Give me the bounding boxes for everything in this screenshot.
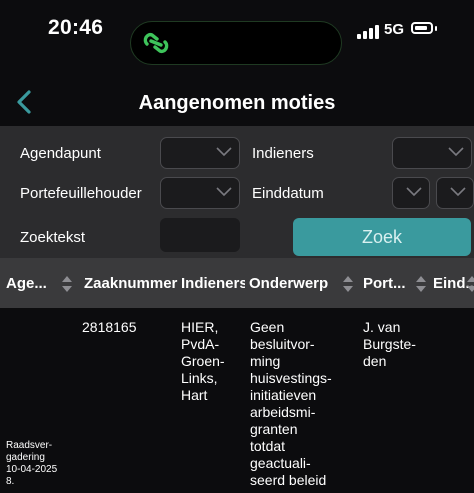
battery-cap [435,26,437,31]
agendapunt-label: Agendapunt [20,145,101,162]
cell-portefeuillehouder: J. van Burgste- den [363,319,431,370]
column-header-zaaknummer[interactable]: Zaaknummer [84,275,178,292]
cell-line: 8. [6,476,15,487]
cell-line: gadering [6,452,45,463]
column-header-portefeuillehouder[interactable]: Port... [363,275,413,292]
signal-icon [357,25,379,39]
cell-line: J. van [363,319,401,335]
link-icon [143,32,169,54]
sort-icon[interactable] [415,275,427,293]
cell-line: PvdA- [181,336,220,352]
cell-line: HIER, [181,319,219,335]
zoek-button[interactable]: Zoek [293,218,471,256]
cell-agendapunt: Raadsver- gadering 10-04-2025 8. [6,440,78,488]
cell-line: Links, [181,370,218,386]
einddatum-to-select[interactable] [436,177,474,209]
cell-line: den [363,353,387,369]
table-row[interactable]: Raadsver- gadering 10-04-2025 8. 2818165… [0,308,474,493]
cell-line: besluitvor- [250,336,315,352]
sort-icon[interactable] [342,275,354,293]
indieners-label: Indieners [252,145,314,162]
cell-line: huisvestings- [250,370,332,386]
agendapunt-select[interactable] [160,137,240,169]
cell-line: ming [250,353,281,369]
portefeuillehouder-label: Portefeuillehouder [20,185,142,202]
chevron-down-icon [406,187,422,197]
sort-icon[interactable] [466,275,474,293]
cell-line: initiatieven [250,387,317,403]
cell-line: 10-04-2025 [6,464,58,475]
column-header-agendapunt[interactable]: Age... [6,275,58,292]
battery-icon [411,22,433,34]
cell-line: Geen [250,319,285,335]
column-header-onderwerp[interactable]: Onderwerp [249,275,341,292]
cell-line: Groen- [181,353,225,369]
einddatum-from-select[interactable] [392,177,430,209]
page-title: Aangenomen moties [138,92,336,114]
cell-indieners: HIER, PvdA- Groen- Links, Hart [181,319,243,404]
cell-line: granten [250,421,298,437]
chevron-down-icon [216,187,232,197]
chevron-down-icon [450,187,466,197]
column-header-indieners[interactable]: Indieners [181,275,245,292]
indieners-select[interactable] [392,137,472,169]
einddatum-label: Einddatum [252,185,324,202]
cell-line: geactuali- [250,455,311,471]
cell-line: Raadsver- [6,440,53,451]
cell-line: arbeidsmi- [250,404,316,420]
cell-zaaknummer: 2818165 [82,319,137,335]
zoektekst-label: Zoektekst [20,229,86,246]
portefeuillehouder-select[interactable] [160,177,240,209]
status-time: 20:46 [48,16,104,39]
zoektekst-input[interactable] [160,218,240,252]
cell-line: totdat [250,438,286,454]
chevron-down-icon [448,147,464,157]
cell-onderwerp: Geen besluitvor- ming huisvestings- init… [250,319,354,489]
cell-line: Hart [181,387,208,403]
network-type: 5G [384,21,405,38]
chevron-down-icon [216,147,232,157]
cell-line: Burgste- [363,336,416,352]
cell-line: seerd beleid [250,472,327,488]
sort-icon[interactable] [61,275,73,293]
